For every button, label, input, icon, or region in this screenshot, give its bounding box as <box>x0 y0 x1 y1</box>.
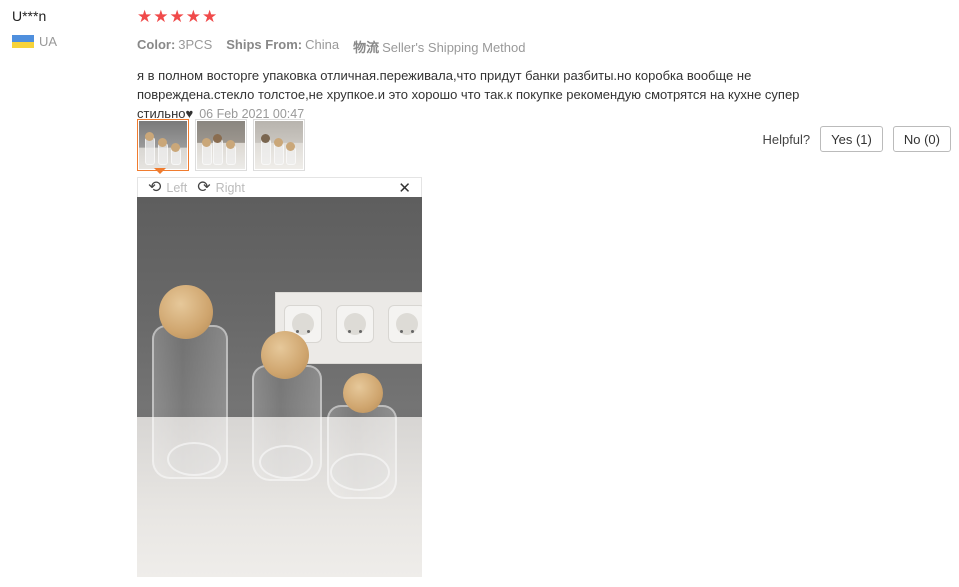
review-photo-thumbnail[interactable] <box>195 119 247 171</box>
close-icon[interactable]: ✕ <box>398 179 411 197</box>
helpful-vote: Helpful? Yes (1) No (0) <box>762 126 951 152</box>
reviewer-country: UA <box>12 34 122 49</box>
review-photo-thumbnail[interactable] <box>253 119 305 171</box>
rotate-left-button[interactable]: ⟲ Left <box>148 178 188 196</box>
color-info: Color: 3PCS <box>137 37 212 56</box>
star-icon: ★ <box>185 7 201 26</box>
star-icon: ★ <box>169 7 185 26</box>
rotate-right-button[interactable]: ⟳ Right <box>197 178 245 196</box>
color-value: 3PCS <box>178 37 213 52</box>
review-photo-thumbnails <box>137 119 305 171</box>
reviewer-info: U***n UA <box>12 8 122 49</box>
active-thumbnail-pointer <box>154 168 166 174</box>
helpful-no-button[interactable]: No (0) <box>892 126 951 152</box>
star-icon: ★ <box>153 7 169 26</box>
rotate-right-label: Right <box>215 180 245 195</box>
star-rating: ★ ★ ★ ★ ★ <box>137 8 952 26</box>
helpful-yes-button[interactable]: Yes (1) <box>820 126 883 152</box>
shipping-method-info: 物流 Seller's Shipping Method <box>353 37 525 56</box>
helpful-label: Helpful? <box>762 131 811 147</box>
ships-from-info: Ships From: China <box>226 37 339 56</box>
star-icon: ★ <box>202 7 218 26</box>
color-label: Color: <box>137 37 176 52</box>
shipping-method-value: Seller's Shipping Method <box>382 40 526 55</box>
ships-from-value: China <box>305 37 340 52</box>
rotate-left-icon: ⟲ <box>148 178 162 196</box>
review-photo-thumbnail[interactable] <box>137 119 189 171</box>
review-body: я в полном восторге упаковка отличная.пе… <box>137 66 852 124</box>
review-content: ★ ★ ★ ★ ★ Color: 3PCS Ships From: China 物流 Sell… <box>137 8 952 124</box>
review-photo-large <box>137 197 422 577</box>
shipping-label: 物流 <box>353 40 380 55</box>
rotate-left-label: Left <box>166 180 188 195</box>
rotate-right-icon: ⟳ <box>197 178 211 196</box>
country-code: UA <box>39 34 58 49</box>
reviewer-name: U***n <box>12 8 47 24</box>
photo-viewer: ⟲ Left ⟳ Right ✕ <box>137 177 422 577</box>
order-meta: Color: 3PCS Ships From: China 物流 Seller's S… <box>137 37 952 56</box>
star-icon: ★ <box>137 7 153 26</box>
ships-from-label: Ships From: <box>226 37 303 52</box>
photo-viewer-toolbar: ⟲ Left ⟳ Right ✕ <box>137 177 422 197</box>
ukraine-flag-icon <box>12 35 34 48</box>
